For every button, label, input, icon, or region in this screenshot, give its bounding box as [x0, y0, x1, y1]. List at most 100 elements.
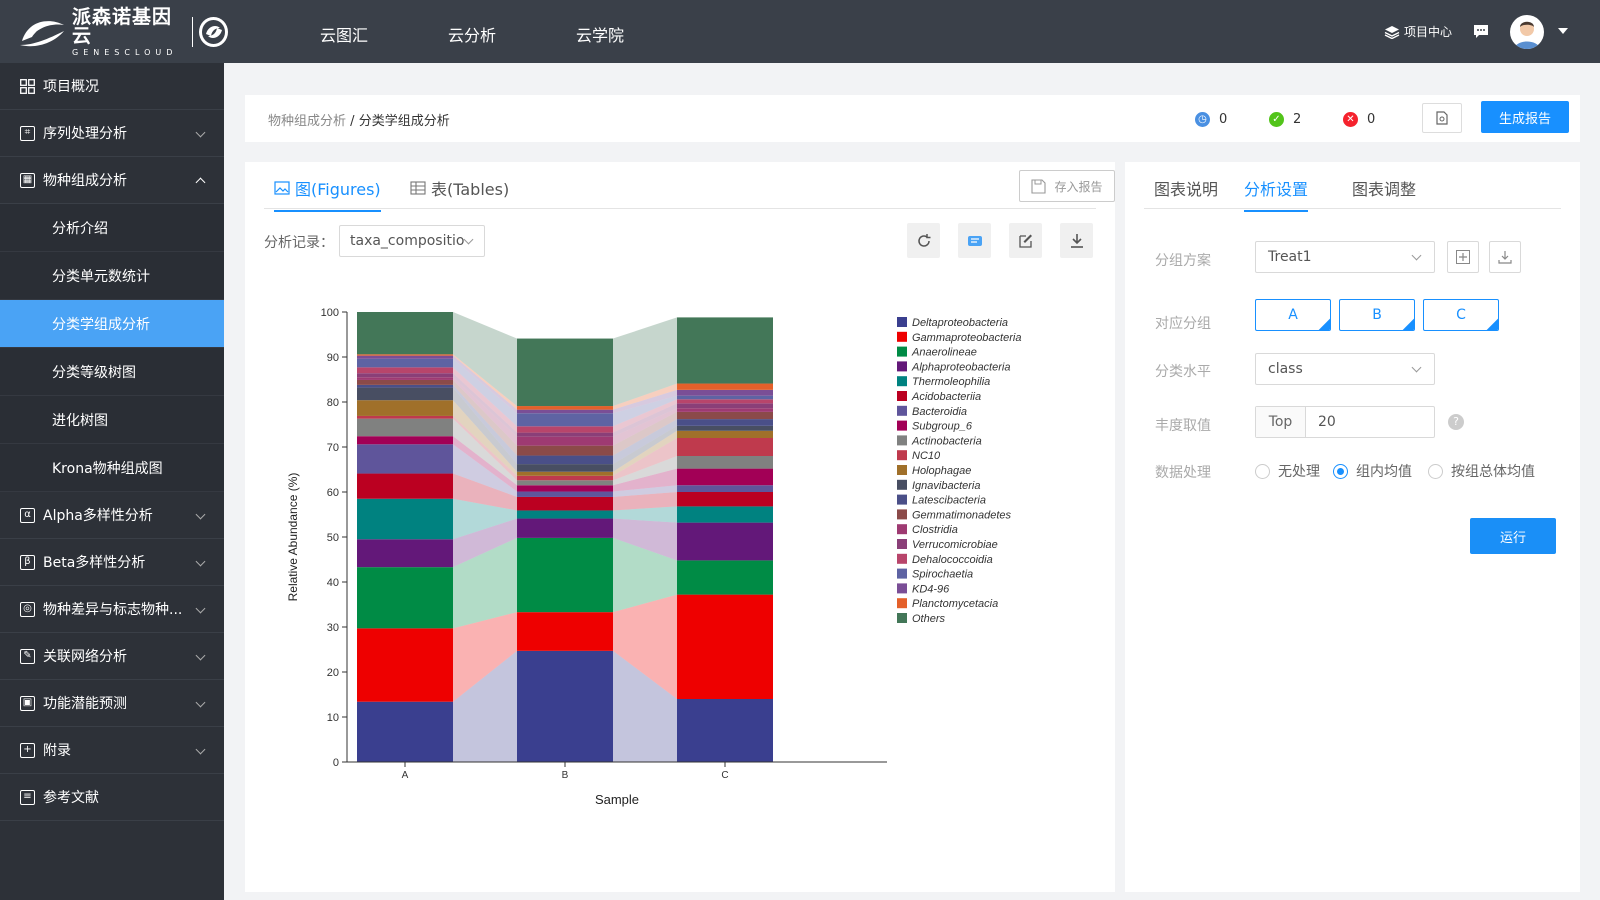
user-menu-chevron-down-icon[interactable]	[1558, 28, 1568, 34]
radio-no-processing[interactable]: 无处理	[1255, 461, 1320, 481]
table-icon	[410, 181, 426, 195]
bar-segment	[357, 355, 453, 359]
sidebar-subitem-phylo-tree[interactable]: 进化树图	[0, 396, 224, 444]
bar-segment	[677, 395, 773, 400]
sidebar-item-sequence[interactable]: ⌗ 序列处理分析	[0, 110, 224, 157]
radio-group-mean[interactable]: 组内均值	[1333, 461, 1412, 481]
legend-label: Acidobacteriia	[911, 391, 981, 403]
tab-tables[interactable]: 表(Tables)	[410, 176, 509, 210]
message-icon[interactable]	[1473, 0, 1489, 63]
sidebar-item-label: 项目概况	[43, 79, 99, 95]
legend-label: Thermoleophilia	[912, 376, 990, 388]
bar-segment	[677, 560, 773, 595]
sidebar-item-label: 附录	[43, 743, 71, 759]
tab-chart-description[interactable]: 图表说明	[1154, 176, 1218, 210]
radio-overall-group-mean[interactable]: 按组总体均值	[1428, 461, 1535, 481]
sidebar-item-markers[interactable]: ◎ 物种差异与标志物种...	[0, 586, 224, 633]
bar-segment	[357, 418, 453, 437]
sidebar-item-beta[interactable]: β Beta多样性分析	[0, 539, 224, 586]
sidebar: 项目概况 ⌗ 序列处理分析 ▦ 物种组成分析 分析介绍 分类单元数统计 分类学组…	[0, 63, 224, 900]
sidebar-item-label: 关联网络分析	[43, 649, 127, 665]
sidebar-subitem-intro[interactable]: 分析介绍	[0, 204, 224, 252]
sidebar-subitem-taxonomic-composition[interactable]: 分类学组成分析	[0, 300, 224, 348]
tab-figures[interactable]: 图(Figures)	[274, 176, 381, 212]
save-to-report-button[interactable]: 存入报告	[1019, 170, 1115, 202]
bar-segment	[357, 377, 453, 380]
tab-chart-adjust[interactable]: 图表调整	[1352, 176, 1416, 210]
sidebar-subitem-taxa-count[interactable]: 分类单元数统计	[0, 252, 224, 300]
bar-segment	[517, 464, 613, 472]
group-chip-b[interactable]: B	[1339, 299, 1415, 331]
save-to-report-label: 存入报告	[1054, 179, 1103, 194]
sequence-icon: ⌗	[20, 125, 35, 141]
legend-swatch	[897, 494, 907, 505]
sidebar-item-function[interactable]: ▣ 功能潜能预测	[0, 680, 224, 727]
sidebar-subitem-rank-tree[interactable]: 分类等级树图	[0, 348, 224, 396]
legend-label: NC10	[912, 450, 941, 462]
bar-segment	[517, 475, 613, 481]
sidebar-item-appendix[interactable]: + 附录	[0, 727, 224, 774]
marker-icon: ◎	[20, 601, 35, 617]
bar-segment	[357, 701, 453, 762]
tab-figures-label: 图(Figures)	[295, 180, 381, 199]
check-icon: ✓	[1269, 112, 1284, 127]
refresh-button[interactable]	[907, 223, 940, 258]
group-chip-a[interactable]: A	[1255, 299, 1331, 331]
download-icon	[1498, 251, 1512, 264]
bar-segment	[357, 436, 453, 445]
nav-yunfenxi[interactable]: 云分析	[448, 22, 496, 46]
add-group-button[interactable]	[1447, 241, 1479, 273]
legend-label: Clostridia	[912, 524, 958, 536]
y-tick-label: 20	[327, 667, 339, 679]
legend-swatch	[897, 346, 907, 357]
taxonomy-level-select[interactable]: class	[1255, 353, 1435, 385]
chevron-down-icon	[195, 127, 206, 138]
generate-report-button[interactable]: 生成报告	[1481, 101, 1569, 133]
bar-segment	[517, 445, 613, 456]
export-svg-button[interactable]	[958, 223, 991, 258]
project-center-link[interactable]: 项目中心	[1384, 0, 1452, 63]
bar-segment	[357, 628, 453, 702]
run-button[interactable]: 运行	[1470, 518, 1556, 554]
group-scheme-select[interactable]: Treat1	[1255, 241, 1435, 273]
sidebar-item-species-composition[interactable]: ▦ 物种组成分析	[0, 157, 224, 204]
bar-segment	[677, 492, 773, 507]
tab-analysis-settings[interactable]: 分析设置	[1244, 176, 1309, 212]
beta-icon: β	[20, 554, 35, 570]
bar-segment	[357, 415, 453, 419]
chevron-down-icon	[195, 697, 206, 708]
group-chip-c[interactable]: C	[1423, 299, 1499, 331]
help-icon[interactable]: ?	[1448, 414, 1464, 430]
nav-yunxueyuan[interactable]: 云学院	[576, 22, 624, 46]
chevron-up-icon	[195, 177, 206, 188]
download-button[interactable]	[1060, 223, 1093, 258]
sidebar-item-references[interactable]: ≡ 参考文献	[0, 774, 224, 821]
status-success-count: 2	[1293, 112, 1302, 127]
sidebar-item-alpha[interactable]: α Alpha多样性分析	[0, 492, 224, 539]
legend-swatch	[897, 361, 907, 372]
abundance-input[interactable]: 20	[1318, 407, 1336, 437]
sidebar-subitem-krona[interactable]: Krona物种组成图	[0, 444, 224, 492]
nav-yuntuhui[interactable]: 云图汇	[320, 22, 368, 46]
record-select[interactable]: taxa_compositio	[339, 225, 485, 257]
breadcrumb-parent[interactable]: 物种组成分析	[268, 114, 346, 129]
sidebar-item-network[interactable]: ✎ 关联网络分析	[0, 633, 224, 680]
network-icon: ✎	[20, 648, 35, 664]
tab-tables-label: 表(Tables)	[431, 180, 510, 199]
report-preview-button[interactable]	[1422, 103, 1462, 133]
legend-label: Others	[912, 613, 946, 625]
bar-segment	[357, 358, 453, 368]
bar-segment	[517, 510, 613, 519]
user-avatar[interactable]	[1510, 15, 1544, 49]
edit-button[interactable]	[1009, 223, 1042, 258]
bar-segment	[677, 411, 773, 420]
brand-logo[interactable]: 派森诺基因云 GENESCLOUD	[18, 7, 228, 56]
bar-segment	[357, 379, 453, 385]
sidebar-item-overview[interactable]: 项目概况	[0, 63, 224, 110]
bar-segment	[357, 367, 453, 374]
bar-segment	[677, 506, 773, 523]
bar-segment	[677, 419, 773, 426]
import-group-button[interactable]	[1489, 241, 1521, 273]
grid-icon	[20, 78, 35, 94]
svg-file-icon	[967, 235, 982, 246]
